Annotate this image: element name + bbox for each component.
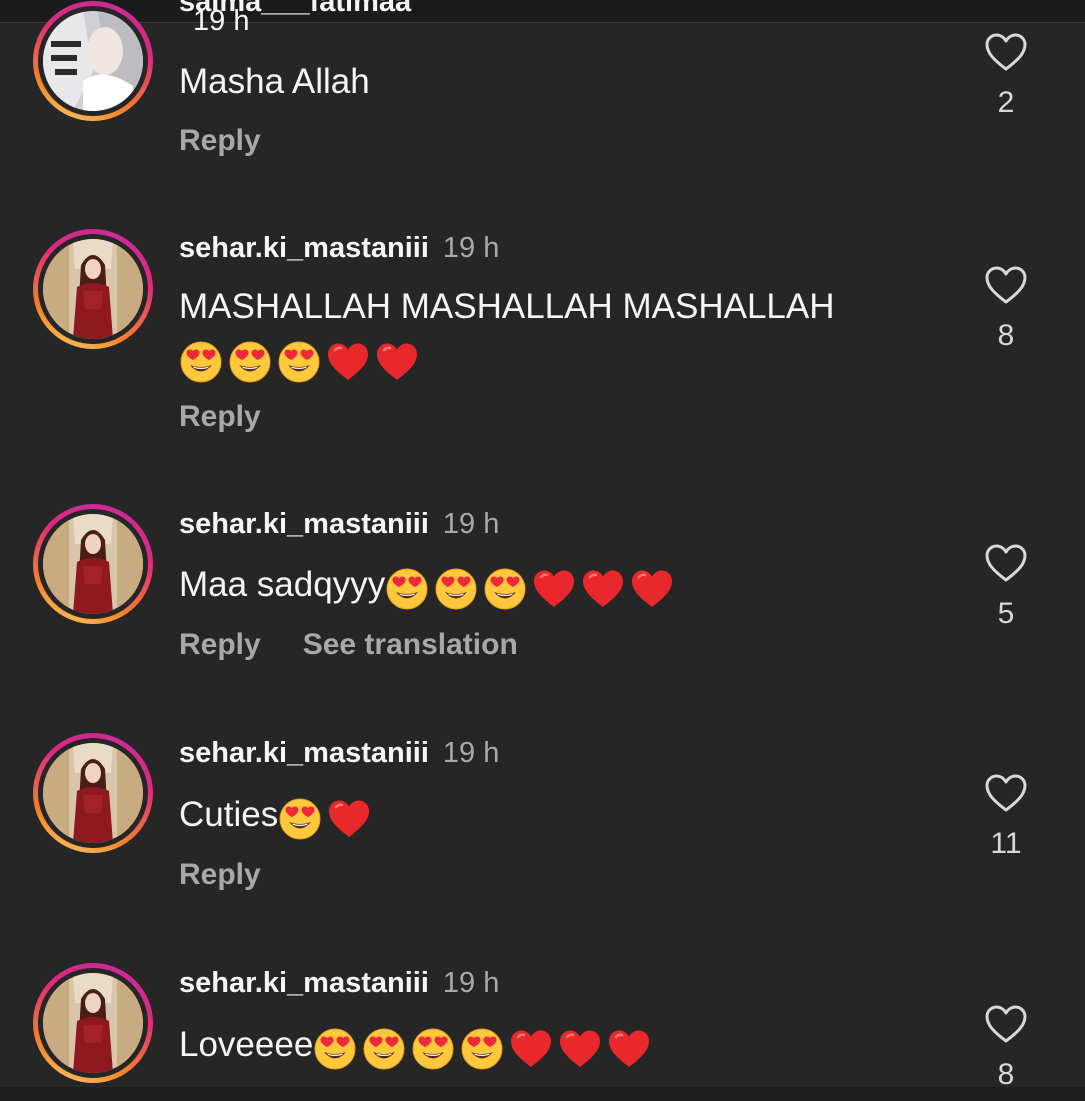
comment-meta: sehar.ki_mastaniii 19 h [179, 737, 499, 770]
red-heart-emoji [509, 1027, 553, 1071]
comment-username-cut[interactable]: saima___fatimaa 19 h [179, 0, 539, 34]
heart-outline-icon[interactable] [975, 543, 1037, 583]
heart-eyes-emoji [228, 340, 272, 384]
heart-outline-icon[interactable] [975, 773, 1037, 813]
heart-eyes-emoji [434, 567, 478, 611]
heart-eyes-emoji [483, 567, 527, 611]
avatar-photo-partial [43, 11, 143, 111]
see-translation-button[interactable]: See translation [303, 628, 518, 661]
reply-button[interactable]: Reply [179, 858, 261, 891]
like-count: 11 [990, 827, 1022, 860]
avatar-photo-red-dress [43, 239, 143, 339]
avatar[interactable] [33, 733, 153, 853]
avatar-photo-red-dress [43, 514, 143, 614]
reply-button[interactable]: Reply [179, 400, 261, 433]
heart-eyes-emoji [460, 1027, 504, 1071]
red-heart-emoji [326, 340, 370, 384]
comment-text: Cuties [179, 790, 376, 842]
avatar[interactable] [33, 229, 153, 349]
comment-username[interactable]: sehar.ki_mastaniii [179, 232, 429, 264]
comment-timestamp: 19 h [442, 508, 500, 540]
comment-text: Maa sadqyyy [179, 560, 679, 612]
like-count: 8 [997, 1058, 1015, 1087]
red-heart-emoji [532, 567, 576, 611]
heart-eyes-emoji [277, 340, 321, 384]
red-heart-emoji [375, 340, 419, 384]
comment-timestamp: 19 h [442, 737, 500, 769]
comment-username[interactable]: sehar.ki_mastaniii [179, 967, 429, 999]
heart-outline-icon[interactable] [975, 265, 1037, 305]
heart-eyes-emoji [278, 797, 322, 841]
comment-text: Masha Allah [179, 62, 370, 101]
heart-eyes-emoji [411, 1027, 455, 1071]
like-count: 2 [997, 86, 1015, 119]
comment-username[interactable]: sehar.ki_mastaniii [179, 737, 429, 769]
comment-meta: sehar.ki_mastaniii 19 h [179, 967, 499, 1000]
heart-eyes-emoji [179, 340, 223, 384]
comment-emoji-line [179, 333, 424, 385]
avatar[interactable] [33, 504, 153, 624]
red-heart-emoji [607, 1027, 651, 1071]
comment-username[interactable]: sehar.ki_mastaniii [179, 508, 429, 540]
avatar-photo-red-dress [43, 973, 143, 1073]
comment-text: Loveeee [179, 1020, 656, 1072]
comment-timestamp: 19 h [442, 232, 500, 264]
red-heart-emoji [327, 797, 371, 841]
like-count: 8 [997, 319, 1015, 352]
heart-outline-icon[interactable] [975, 32, 1037, 72]
comment-meta: sehar.ki_mastaniii 19 h [179, 508, 499, 541]
heart-eyes-emoji [362, 1027, 406, 1071]
red-heart-emoji [630, 567, 674, 611]
reply-button[interactable]: Reply [179, 628, 261, 661]
avatar[interactable] [33, 963, 153, 1083]
comment-text: MASHALLAH MASHALLAH MASHALLAH [179, 287, 835, 326]
reply-button[interactable]: Reply [179, 124, 261, 157]
heart-eyes-emoji [313, 1027, 357, 1071]
top-edge [0, 0, 1085, 23]
like-count: 5 [997, 597, 1015, 630]
avatar-photo-red-dress [43, 743, 143, 843]
comment-timestamp: 19 h [442, 967, 500, 999]
red-heart-emoji [581, 567, 625, 611]
comment-meta: sehar.ki_mastaniii 19 h [179, 232, 499, 265]
red-heart-emoji [558, 1027, 602, 1071]
heart-eyes-emoji [385, 567, 429, 611]
heart-outline-icon[interactable] [975, 1004, 1037, 1044]
bottom-edge [0, 1087, 1085, 1101]
avatar[interactable] [33, 1, 153, 121]
